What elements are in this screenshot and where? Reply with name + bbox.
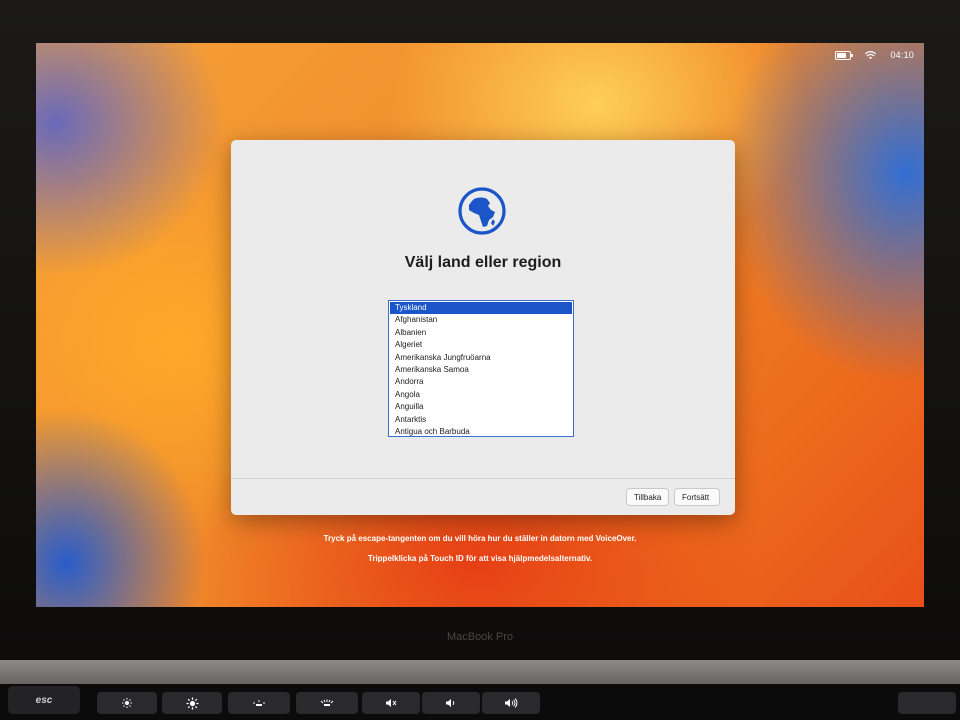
volume-up-icon[interactable] xyxy=(482,692,540,714)
accessibility-hint: Trippelklicka på Touch ID för att visa h… xyxy=(367,554,593,563)
globe-icon xyxy=(458,187,506,235)
keyboard-light-up-icon[interactable] xyxy=(296,692,358,714)
country-list-item[interactable]: Andorra xyxy=(390,376,572,388)
touch-id-key[interactable] xyxy=(898,692,956,714)
country-list-item[interactable]: Tyskland xyxy=(390,302,572,315)
country-list-item[interactable]: Angola xyxy=(390,389,572,401)
menubar-status: 04:10 xyxy=(835,48,914,62)
country-list-item[interactable]: Antarktis xyxy=(390,414,572,426)
dialog-title: Välj land eller region xyxy=(404,254,562,271)
continue-button[interactable]: Fortsätt xyxy=(674,488,720,506)
esc-key[interactable]: esc xyxy=(8,686,80,714)
screen: 04:10 Välj land eller region Tyskland Afg… xyxy=(36,43,924,607)
keyboard-light-down-icon[interactable] xyxy=(228,692,290,714)
laptop-model-label: MacBook Pro xyxy=(446,631,514,643)
country-list-item[interactable]: Afghanistan xyxy=(390,314,572,326)
voiceover-hint: Tryck på escape-tangenten om du vill hör… xyxy=(323,534,637,543)
dialog-divider xyxy=(231,478,735,479)
menubar-clock: 04:10 xyxy=(890,50,914,60)
volume-down-icon[interactable] xyxy=(422,692,480,714)
country-list-item[interactable]: Anguilla xyxy=(390,401,572,413)
battery-icon[interactable] xyxy=(835,50,854,60)
country-list-item[interactable]: Amerikanska Samoa xyxy=(390,364,572,376)
brightness-up-icon[interactable] xyxy=(162,692,222,714)
country-region-dialog: Välj land eller region Tyskland Afghanist… xyxy=(231,140,735,515)
back-button[interactable]: Tillbaka xyxy=(626,488,669,506)
country-list-item[interactable]: Albanien xyxy=(390,327,572,339)
country-list-item[interactable]: Algeriet xyxy=(390,339,572,351)
country-list[interactable]: Tyskland Afghanistan Albanien Algeriet Ameri… xyxy=(388,300,574,437)
brightness-down-icon[interactable] xyxy=(97,692,157,714)
country-list-item[interactable]: Amerikanska Jungfruöarna xyxy=(390,352,572,364)
mute-icon[interactable] xyxy=(362,692,420,714)
wifi-icon[interactable] xyxy=(865,50,877,60)
country-list-item[interactable]: Antigua och Barbuda xyxy=(390,426,572,436)
